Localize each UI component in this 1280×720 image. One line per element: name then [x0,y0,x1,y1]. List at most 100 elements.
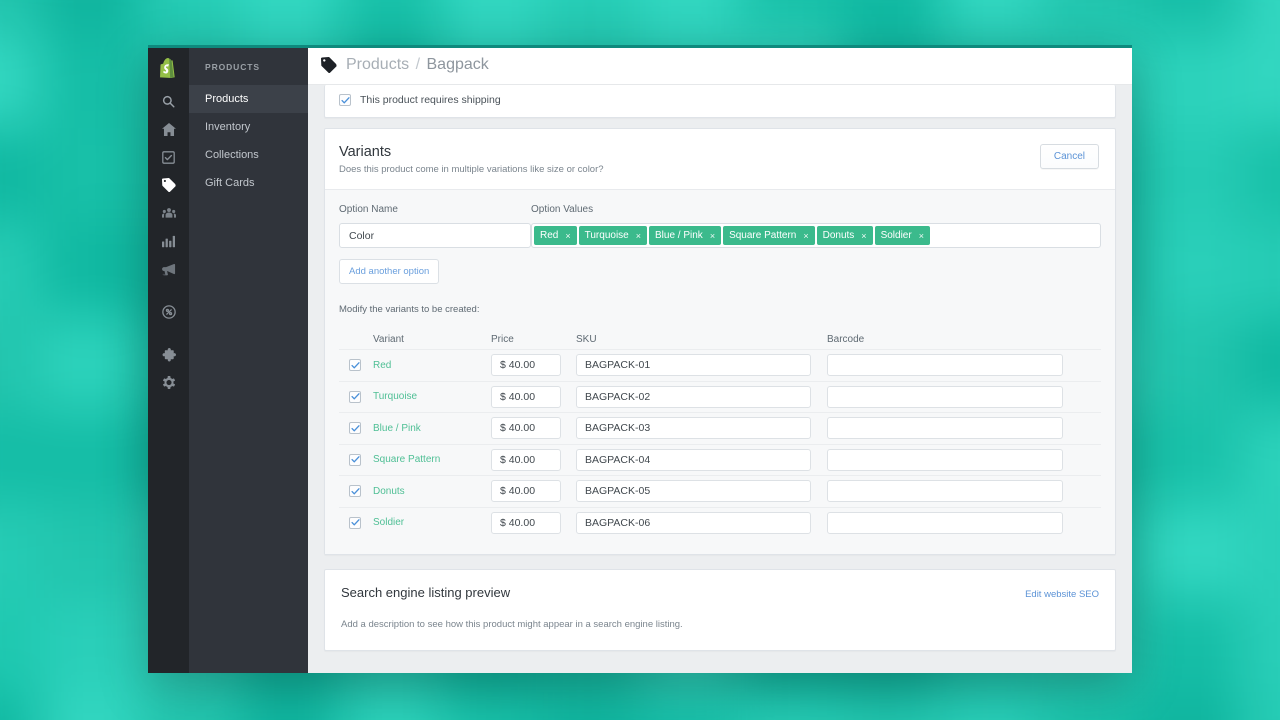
column-header-variant: Variant [373,333,404,345]
search-icon[interactable] [148,87,189,115]
option-value-tag[interactable]: Square Pattern × [723,226,815,245]
variant-barcode-cell [827,448,1101,471]
nav-section-title: PRODUCTS [205,62,260,72]
option-values-tag-input[interactable]: Red × Turquoise × Blue / Pink × Square Pattern… [531,223,1101,248]
breadcrumb-separator: / [415,55,421,73]
shopify-logo-icon[interactable] [148,51,189,85]
apps-puzzle-icon[interactable] [148,341,189,369]
variant-price-input[interactable] [491,354,561,377]
main-content: Products / Bagpack This product requires… [308,45,1132,673]
variant-enabled-checkbox[interactable] [349,422,361,435]
variant-price-input[interactable] [491,511,561,534]
variant-enabled-checkbox[interactable] [349,453,361,466]
row-checkbox-cell [339,422,373,435]
variant-price-cell [491,385,576,408]
variant-enabled-checkbox[interactable] [349,390,361,403]
variant-price-cell [491,480,576,503]
variant-barcode-input[interactable] [827,511,1063,534]
table-row: Turquoise [339,380,1101,413]
option-value-tag[interactable]: Blue / Pink × [649,226,722,245]
variant-sku-cell [576,417,827,440]
option-value-tag-label: Blue / Pink [655,230,703,241]
variant-barcode-input[interactable] [827,448,1063,471]
variant-enabled-checkbox[interactable] [349,516,361,529]
table-row: Red [339,349,1101,381]
variants-subtitle: Does this product come in multiple varia… [339,164,604,175]
variant-sku-input[interactable] [576,354,811,377]
app-window: PRODUCTS Products Inventory Collections … [148,45,1132,673]
variant-barcode-cell [827,354,1101,377]
sidebar-item-inventory[interactable]: Inventory [189,113,308,141]
products-tag-icon[interactable] [148,171,189,199]
breadcrumb-current: Bagpack [426,55,489,73]
breadcrumb-root[interactable]: Products [346,56,409,73]
requires-shipping-checkbox[interactable] [339,94,351,106]
remove-tag-icon[interactable]: × [861,231,866,241]
settings-gear-icon[interactable] [148,369,189,397]
variant-barcode-input[interactable] [827,417,1063,440]
option-fields-row: Option Name Option Values Red × Turquoise ×… [339,204,1101,248]
variant-sku-input[interactable] [576,511,811,534]
seo-title: Search engine listing preview [341,585,511,600]
variant-barcode-cell [827,385,1101,408]
variant-price-input[interactable] [491,448,561,471]
variant-sku-input[interactable] [576,417,811,440]
option-name-input[interactable] [339,223,531,248]
variant-sku-input[interactable] [576,448,811,471]
table-row: Soldier [339,506,1101,539]
option-value-tag[interactable]: Soldier × [874,226,930,245]
option-name-group: Option Name [339,204,531,248]
sidebar-item-products[interactable]: Products [189,85,308,113]
option-values-label: Option Values [531,204,594,215]
reports-bar-chart-icon[interactable] [148,227,189,255]
remove-tag-icon[interactable]: × [803,231,808,241]
shipping-card: This product requires shipping [324,85,1116,118]
sidebar-item-label: Collections [205,149,259,161]
sidebar-item-gift-cards[interactable]: Gift Cards [189,169,308,197]
add-another-option-button[interactable]: Add another option [339,259,440,284]
marketing-megaphone-icon[interactable] [148,255,189,283]
variant-enabled-checkbox[interactable] [349,359,361,372]
row-checkbox-cell [339,359,373,372]
remove-tag-icon[interactable]: × [565,231,570,241]
variant-barcode-input[interactable] [827,354,1063,377]
variant-barcode-cell [827,480,1101,503]
nav-sidebar: PRODUCTS Products Inventory Collections … [189,45,308,673]
customers-icon[interactable] [148,199,189,227]
variant-price-input[interactable] [491,417,561,440]
variant-sku-input[interactable] [576,385,811,408]
page-header: Products / Bagpack [308,45,1132,85]
variant-sku-cell [576,448,827,471]
variants-heading-group: Variants Does this product come in multi… [339,144,604,175]
variant-barcode-input[interactable] [827,480,1063,503]
remove-tag-icon[interactable]: × [636,231,641,241]
option-value-tag[interactable]: Donuts × [816,226,873,245]
edit-website-seo-link[interactable]: Edit website SEO [1025,589,1099,600]
variant-price-cell [491,417,576,440]
variant-sku-input[interactable] [576,480,811,503]
row-checkbox-cell [339,390,373,403]
variants-table-body: Red Turquoise Blue / Pink Square Pattern Don… [339,349,1101,538]
orders-checkbox-icon[interactable] [148,143,189,171]
remove-tag-icon[interactable]: × [919,231,924,241]
option-values-group: Option Values Red × Turquoise × Blue / Pink ×… [531,204,1101,248]
variant-barcode-input[interactable] [827,385,1063,408]
variant-price-input[interactable] [491,480,561,503]
row-checkbox-cell [339,516,373,529]
option-value-tag[interactable]: Red × [534,226,577,245]
discounts-icon[interactable] [148,298,189,326]
table-row: Donuts [339,475,1101,507]
variant-enabled-checkbox[interactable] [349,485,361,498]
variant-price-input[interactable] [491,385,561,408]
remove-tag-icon[interactable]: × [710,231,715,241]
sidebar-item-label: Gift Cards [205,177,255,189]
variant-name: Square Pattern [373,454,441,466]
sidebar-item-collections[interactable]: Collections [189,141,308,169]
option-value-tag[interactable]: Turquoise × [578,226,647,245]
scroll-area[interactable]: This product requires shipping Variants … [308,85,1132,673]
cancel-button[interactable]: Cancel [1039,144,1099,169]
column-header-price: Price [491,333,514,345]
row-checkbox-cell [339,453,373,466]
home-icon[interactable] [148,115,189,143]
option-value-tag-label: Donuts [822,230,855,241]
